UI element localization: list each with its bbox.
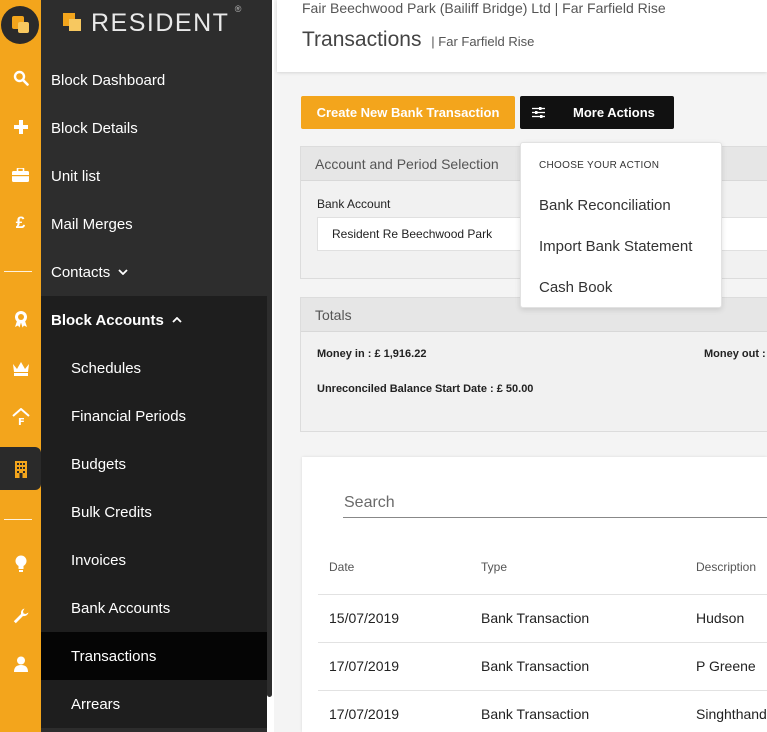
more-actions-label: More Actions — [573, 105, 655, 120]
sidebar-item-label: Bank Accounts — [71, 599, 171, 617]
sidebar-item-contacts[interactable]: Contacts — [41, 248, 267, 296]
menu-item-cash-book[interactable]: Cash Book — [539, 279, 612, 296]
totals-panel: Totals Money in : £ 1,916.22 Money out :… — [300, 297, 767, 432]
cell-type: Bank Transaction — [481, 658, 590, 674]
more-actions-dropdown: CHOOSE YOUR ACTION Bank Reconciliation I… — [520, 142, 722, 308]
money-in-value: Money in : £ 1,916.22 — [317, 348, 427, 360]
logo-icon[interactable] — [1, 6, 39, 44]
column-header-date[interactable]: Date — [329, 560, 354, 574]
cell-date: 15/07/2019 — [329, 610, 400, 626]
house-f-icon[interactable]: F — [0, 403, 41, 431]
cell-type: Bank Transaction — [481, 610, 590, 626]
page-subtitle: | Far Farfield Rise — [431, 34, 535, 49]
search-input[interactable] — [343, 489, 767, 518]
briefcase-icon[interactable] — [0, 161, 41, 189]
column-header-description[interactable]: Description — [696, 560, 756, 574]
table-row[interactable]: 17/07/2019 Bank Transaction Singhthandi — [318, 691, 767, 732]
brand-name: RESIDENT — [91, 8, 230, 37]
sidebar-item-label: Financial Periods — [71, 407, 187, 425]
svg-text:F: F — [18, 417, 25, 426]
brand-logo[interactable]: RESIDENT ® — [63, 4, 241, 37]
sidebar-item-label: Arrears — [71, 695, 121, 713]
sidebar-item-budgets[interactable]: Budgets — [41, 440, 267, 488]
sidebar-item-block-details[interactable]: Block Details — [41, 104, 267, 152]
building-icon[interactable] — [0, 455, 41, 483]
icon-rail: £ F — [0, 0, 41, 732]
sidebar-item-label: Invoices — [71, 551, 127, 569]
plus-icon[interactable] — [0, 113, 41, 141]
brand-mark-icon — [63, 13, 83, 33]
table-header: Date Type Description — [318, 538, 767, 595]
unreconciled-balance-value: Unreconciled Balance Start Date : £ 50.0… — [317, 383, 534, 395]
user-icon[interactable] — [0, 650, 41, 678]
crown-icon[interactable] — [0, 354, 41, 382]
breadcrumb[interactable]: Fair Beechwood Park (Bailiff Bridge) Ltd… — [302, 0, 666, 16]
sidebar-item-unit-list[interactable]: Unit list — [41, 152, 267, 200]
sidebar-item-label: Block Accounts — [51, 311, 164, 329]
table-row[interactable]: 17/07/2019 Bank Transaction P Greene — [318, 643, 767, 691]
more-actions-button[interactable]: More Actions — [520, 96, 674, 129]
sidebar-item-mail-merges[interactable]: Mail Merges — [41, 200, 267, 248]
registered-mark: ® — [234, 4, 242, 14]
sidebar-item-schedules[interactable]: Schedules — [41, 344, 267, 392]
sidebar-item-arrears[interactable]: Arrears — [41, 680, 267, 728]
sidebar-item-label: Schedules — [71, 359, 142, 377]
page-title-text: Transactions — [302, 28, 422, 51]
sidebar-item-invoices[interactable]: Invoices — [41, 536, 267, 584]
sidebar-item-label: Contacts — [51, 263, 111, 281]
menu-item-import-bank-statement[interactable]: Import Bank Statement — [539, 238, 692, 255]
wrench-icon[interactable] — [0, 602, 41, 630]
cell-date: 17/07/2019 — [329, 706, 400, 722]
sidebar-item-block-dashboard[interactable]: Block Dashboard — [41, 56, 267, 104]
search-icon[interactable] — [0, 64, 41, 92]
page-title: Transactions | Far Farfield Rise — [302, 28, 534, 52]
sidebar-scrollbar-thumb[interactable] — [267, 0, 272, 697]
cell-date: 17/07/2019 — [329, 658, 400, 674]
bulb-icon[interactable] — [0, 550, 41, 578]
sidebar-item-bulk-credits[interactable]: Bulk Credits — [41, 488, 267, 536]
rail-divider — [4, 271, 32, 272]
sidebar-item-label: Block Details — [51, 119, 138, 137]
sidebar-item-bank-accounts[interactable]: Bank Accounts — [41, 584, 267, 632]
cell-description: Singhthandi — [696, 706, 767, 722]
sidebar-item-financial-periods[interactable]: Financial Periods — [41, 392, 267, 440]
cell-description: P Greene — [696, 658, 756, 674]
sliders-icon — [520, 107, 556, 118]
page-header: Fair Beechwood Park (Bailiff Bridge) Ltd… — [277, 0, 767, 72]
award-icon[interactable] — [0, 305, 41, 333]
pound-icon[interactable]: £ — [0, 209, 41, 237]
dropdown-heading: CHOOSE YOUR ACTION — [539, 160, 660, 171]
sidebar-item-label: Transactions — [71, 647, 157, 665]
sidebar-item-label: Bulk Credits — [71, 503, 152, 521]
sidebar-item-block-accounts[interactable]: Block Accounts — [41, 296, 267, 344]
chevron-down-icon — [118, 269, 128, 275]
sidebar-item-label: Mail Merges — [51, 215, 133, 233]
sidebar-item-label: Budgets — [71, 455, 127, 473]
sidebar-item-label: Unit list — [51, 167, 101, 185]
table-row[interactable]: 15/07/2019 Bank Transaction Hudson — [318, 595, 767, 643]
chevron-up-icon — [172, 317, 182, 323]
cell-type: Bank Transaction — [481, 706, 590, 722]
rail-divider — [4, 519, 32, 520]
create-bank-transaction-button[interactable]: Create New Bank Transaction — [301, 96, 515, 129]
sidebar: RESIDENT ® Block Dashboard Block Details… — [41, 0, 267, 732]
money-out-value: Money out : — [704, 348, 766, 360]
bank-account-label: Bank Account — [317, 197, 391, 211]
cell-description: Hudson — [696, 610, 745, 626]
sidebar-item-transactions[interactable]: Transactions — [41, 632, 267, 680]
menu-item-bank-reconciliation[interactable]: Bank Reconciliation — [539, 197, 671, 214]
transactions-table-card: Date Type Description 15/07/2019 Bank Tr… — [302, 457, 767, 732]
column-header-type[interactable]: Type — [481, 560, 507, 574]
sidebar-item-label: Block Dashboard — [51, 71, 166, 89]
